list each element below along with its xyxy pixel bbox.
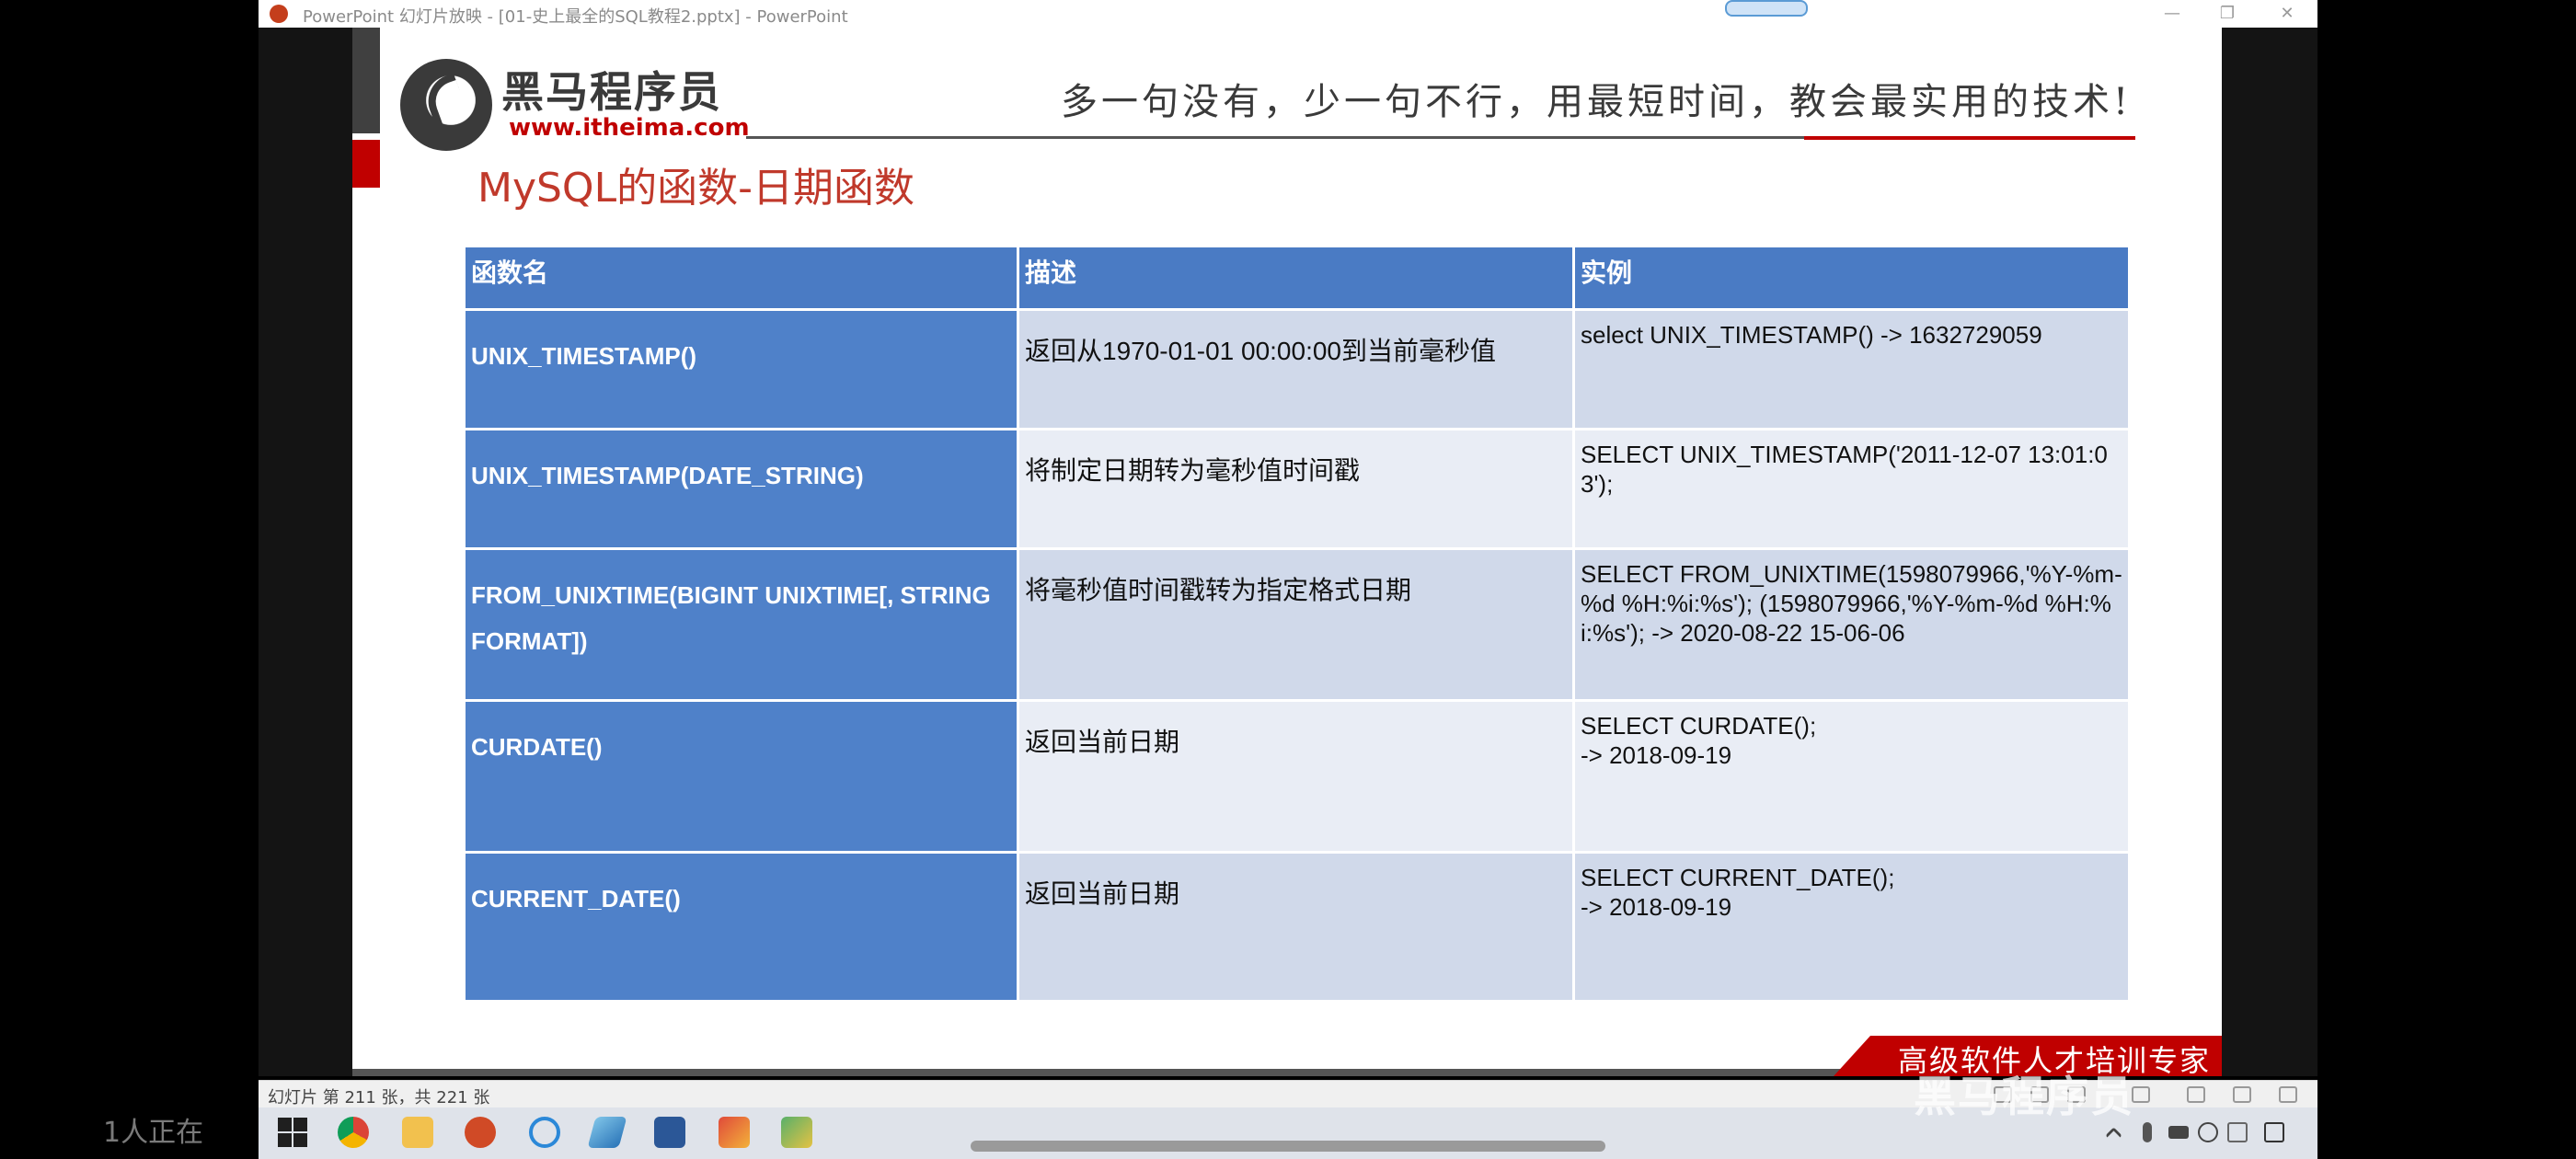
table-row: CURRENT_DATE() 返回当前日期 SELECT CURRENT_DAT… [463,851,2131,1003]
header-example: 实例 [1572,245,2131,311]
header-rule-accent [1804,136,2135,140]
powerpoint-icon[interactable] [465,1117,496,1148]
header-description: 描述 [1017,245,1575,311]
window-title: PowerPoint 幻灯片放映 - [01-史上最全的SQL教程2.pptx]… [303,7,848,27]
function-name-cell: CURDATE() [463,699,1019,854]
description-cell: 返回从1970-01-01 00:00:00到当前毫秒值 [1017,308,1575,430]
function-name-cell: CURRENT_DATE() [463,851,1019,1003]
example-cell: select UNIX_TIMESTAMP() -> 1632729059 [1572,308,2131,430]
slide-title: MySQL的函数-日期函数 [477,165,914,212]
decor-bar-grey [352,28,380,133]
start-icon[interactable] [277,1117,308,1148]
slide-sorter-icon[interactable] [2132,1086,2150,1103]
logo-text: 黑马程序员 [501,67,722,117]
chrome-icon[interactable] [338,1117,369,1148]
minimize-button[interactable]: — [2154,2,2191,26]
browser-icon[interactable] [529,1117,560,1148]
file-explorer-icon[interactable] [402,1117,433,1148]
slideshow-view-icon[interactable] [2233,1086,2251,1103]
function-name-cell: UNIX_TIMESTAMP() [463,308,1019,430]
horizontal-scrollbar[interactable] [971,1141,1605,1152]
example-cell: SELECT CURRENT_DATE(); -> 2018-09-19 [1572,851,2131,1003]
slide-counter: 幻灯片 第 211 张，共 221 张 [268,1088,490,1107]
word-icon[interactable] [654,1117,685,1148]
chevron-up-icon[interactable] [2105,1127,2122,1144]
reading-view-icon[interactable] [2187,1086,2205,1103]
table-row: CURDATE() 返回当前日期 SELECT CURDATE(); -> 20… [463,699,2131,854]
horse-logo-icon [400,59,492,151]
app-icon[interactable] [587,1117,627,1148]
slide: 黑马程序员 www.itheima.com 多一句没有，少一句不行，用最短时间，… [352,28,2222,1076]
powerpoint-window: PowerPoint 幻灯片放映 - [01-史上最全的SQL教程2.pptx]… [259,0,2317,1159]
example-cell: SELECT FROM_UNIXTIME(1598079966,'%Y-%m-%… [1572,547,2131,702]
table-row: FROM_UNIXTIME(BIGINT UNIXTIME[, STRING F… [463,547,2131,702]
table-row: UNIX_TIMESTAMP() 返回从1970-01-01 00:00:00到… [463,308,2131,430]
table-header-row: 函数名 描述 实例 [463,245,2131,311]
date-functions-table: 函数名 描述 实例 UNIX_TIMESTAMP() 返回从1970-01-01… [463,245,2131,1003]
volume-icon[interactable] [2198,1122,2218,1142]
right-letterbox [2222,28,2317,1076]
description-cell: 返回当前日期 [1017,699,1575,854]
header-rule [746,136,1804,139]
function-name-cell: FROM_UNIXTIME(BIGINT UNIXTIME[, STRING F… [463,547,1019,702]
ime-icon[interactable] [2227,1122,2248,1142]
paint-icon[interactable] [719,1117,750,1148]
function-name-cell: UNIX_TIMESTAMP(DATE_STRING) [463,428,1019,550]
powerpoint-icon [270,5,288,23]
description-cell: 返回当前日期 [1017,851,1575,1003]
battery-icon[interactable] [2168,1126,2189,1139]
viewer-count: 1人正在 [103,1117,204,1149]
example-cell: SELECT UNIX_TIMESTAMP('2011-12-07 13:01:… [1572,428,2131,550]
description-cell: 将毫秒值时间戳转为指定格式日期 [1017,547,1575,702]
close-button[interactable]: ✕ [2269,2,2306,26]
decor-bar-red [352,140,380,188]
watermark: 黑马程序员 [1914,1072,2134,1121]
notification-icon[interactable] [2264,1122,2284,1142]
logo-url: www.itheima.com [509,114,750,142]
example-cell: SELECT CURDATE(); -> 2018-09-19 [1572,699,2131,854]
left-letterbox [259,28,352,1076]
image-editor-icon[interactable] [781,1117,812,1148]
title-bar: PowerPoint 幻灯片放映 - [01-史上最全的SQL教程2.pptx]… [259,0,2317,29]
description-cell: 将制定日期转为毫秒值时间戳 [1017,428,1575,550]
maximize-button[interactable]: ❐ [2209,2,2246,26]
fit-slide-icon[interactable] [2279,1086,2297,1103]
microphone-icon[interactable] [2143,1122,2152,1142]
header-function-name: 函数名 [463,245,1019,311]
presenter-toolbar-handle[interactable] [1725,0,1808,17]
table-row: UNIX_TIMESTAMP(DATE_STRING) 将制定日期转为毫秒值时间… [463,428,2131,550]
slogan: 多一句没有，少一句不行，用最短时间，教会最实用的技术! [1061,81,2133,123]
